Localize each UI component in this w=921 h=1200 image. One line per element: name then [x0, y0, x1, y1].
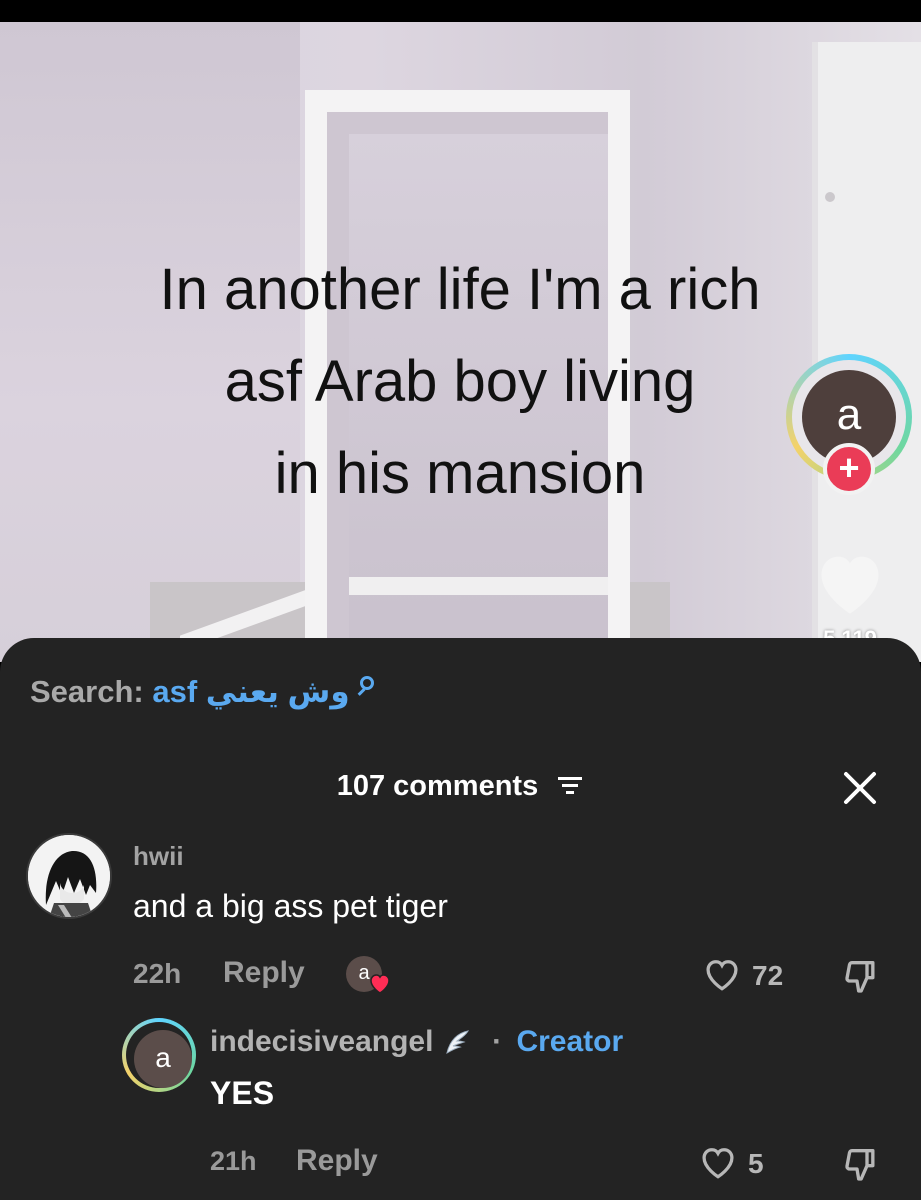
heart-icon[interactable] — [702, 956, 742, 992]
comment-text: and a big ass pet tiger — [133, 888, 448, 924]
badge-separator: · — [492, 1025, 503, 1058]
caption-line: In another life I'm a rich — [159, 257, 761, 322]
follow-button[interactable]: + — [823, 443, 875, 495]
sort-icon[interactable] — [556, 774, 584, 796]
caption-line: in his mansion — [274, 441, 646, 506]
reply-text: YES — [210, 1075, 275, 1111]
reply-like-count: 5 — [748, 1148, 764, 1179]
video-player[interactable]: In another life I'm a rich asf Arab boy … — [0, 22, 921, 662]
comments-header[interactable]: 107 comments — [0, 770, 921, 803]
reply-timestamp: 21h — [210, 1146, 257, 1176]
comments-count: 107 comments — [336, 770, 539, 802]
comment-like-count: 72 — [752, 960, 784, 991]
reply-avatar-ring: a — [126, 1022, 192, 1088]
dislike-icon[interactable] — [842, 1144, 882, 1184]
creator-badge: Creator — [516, 1025, 624, 1058]
dislike-icon[interactable] — [842, 956, 882, 996]
search-prefix: Search: — [30, 674, 144, 709]
video-caption: In another life I'm a rich asf Arab boy … — [40, 244, 880, 520]
reply-avatar[interactable]: a — [122, 1018, 196, 1092]
plus-icon: + — [838, 447, 860, 488]
close-icon[interactable] — [838, 766, 882, 810]
video-background-door-knob — [825, 192, 835, 202]
comments-sheet: Search: asf وش يعني 107 comments hwii an… — [0, 638, 921, 1200]
commenter-avatar[interactable] — [26, 833, 112, 919]
video-background-inner-baseboard — [349, 577, 608, 595]
reply-username-row: indecisiveangel · Creator — [210, 1025, 623, 1059]
search-icon — [360, 676, 375, 690]
reply-username[interactable]: indecisiveangel — [210, 1025, 433, 1058]
commenter-avatar-image — [28, 835, 110, 917]
reply-avatar-letter: a — [134, 1030, 192, 1088]
search-query: asf وش يعني — [152, 674, 350, 709]
reply-button[interactable]: Reply — [223, 956, 305, 990]
creator-liked-heart-icon — [370, 974, 390, 994]
status-bar-strip — [0, 0, 921, 22]
caption-line: asf Arab boy living — [224, 349, 696, 414]
search-suggestion[interactable]: Search: asf وش يعني — [30, 674, 375, 710]
heart-icon[interactable] — [812, 547, 888, 617]
heart-icon[interactable] — [698, 1144, 738, 1180]
comment-timestamp: 22h — [133, 958, 182, 989]
comment-username[interactable]: hwii — [133, 841, 184, 872]
wing-icon — [446, 1030, 469, 1055]
reply-button[interactable]: Reply — [296, 1144, 378, 1178]
